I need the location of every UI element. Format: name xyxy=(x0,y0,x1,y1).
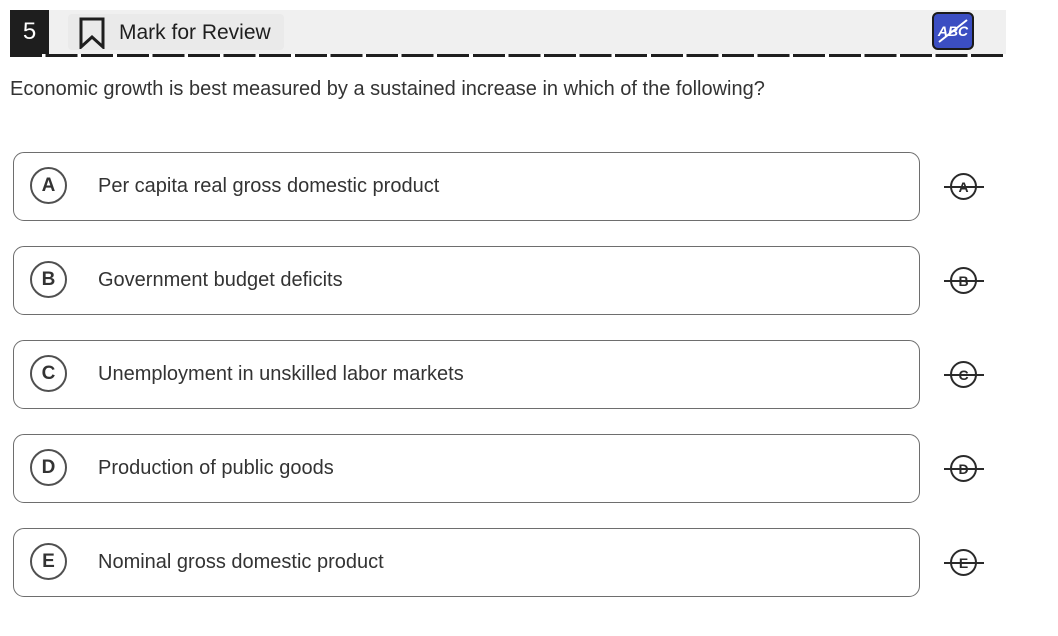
option-letter-d: D xyxy=(30,449,67,486)
strikethrough-option-c-button[interactable]: C xyxy=(944,359,984,389)
option-text-b: Government budget deficits xyxy=(98,269,343,291)
answer-eliminator-button[interactable]: ABC xyxy=(932,12,974,50)
strikethrough-option-a-button[interactable]: A xyxy=(944,171,984,201)
strike-line-icon xyxy=(944,186,984,188)
header-divider xyxy=(10,54,1006,57)
question-number: 5 xyxy=(10,10,49,54)
answer-option-b[interactable]: B Government budget deficits xyxy=(13,246,920,315)
mark-for-review-button[interactable]: Mark for Review xyxy=(68,14,284,50)
option-text-e: Nominal gross domestic product xyxy=(98,551,384,573)
option-letter-b: B xyxy=(30,261,67,298)
answer-option-a[interactable]: A Per capita real gross domestic product xyxy=(13,152,920,221)
strikethrough-option-d-button[interactable]: D xyxy=(944,453,984,483)
option-letter-c: C xyxy=(30,355,67,392)
strike-line-icon xyxy=(944,280,984,282)
question-page: 5 Mark for Review ABC Economic growth is… xyxy=(0,0,1058,636)
question-stem: Economic growth is best measured by a su… xyxy=(10,78,765,100)
option-letter-e: E xyxy=(30,543,67,580)
strike-line-icon xyxy=(944,374,984,376)
answer-option-d[interactable]: D Production of public goods xyxy=(13,434,920,503)
option-text-c: Unemployment in unskilled labor markets xyxy=(98,363,464,385)
option-text-d: Production of public goods xyxy=(98,457,334,479)
answer-option-e[interactable]: E Nominal gross domestic product xyxy=(13,528,920,597)
strike-line-icon xyxy=(944,562,984,564)
option-text-a: Per capita real gross domestic product xyxy=(98,175,440,197)
strikethrough-abc-icon: ABC xyxy=(937,19,969,43)
strike-line-icon xyxy=(944,468,984,470)
question-header: 5 Mark for Review ABC xyxy=(10,10,1006,54)
strikethrough-option-e-button[interactable]: E xyxy=(944,547,984,577)
strikethrough-option-b-button[interactable]: B xyxy=(944,265,984,295)
answer-option-c[interactable]: C Unemployment in unskilled labor market… xyxy=(13,340,920,409)
option-letter-a: A xyxy=(30,167,67,204)
bookmark-icon xyxy=(79,17,105,49)
mark-for-review-label: Mark for Review xyxy=(119,21,271,44)
